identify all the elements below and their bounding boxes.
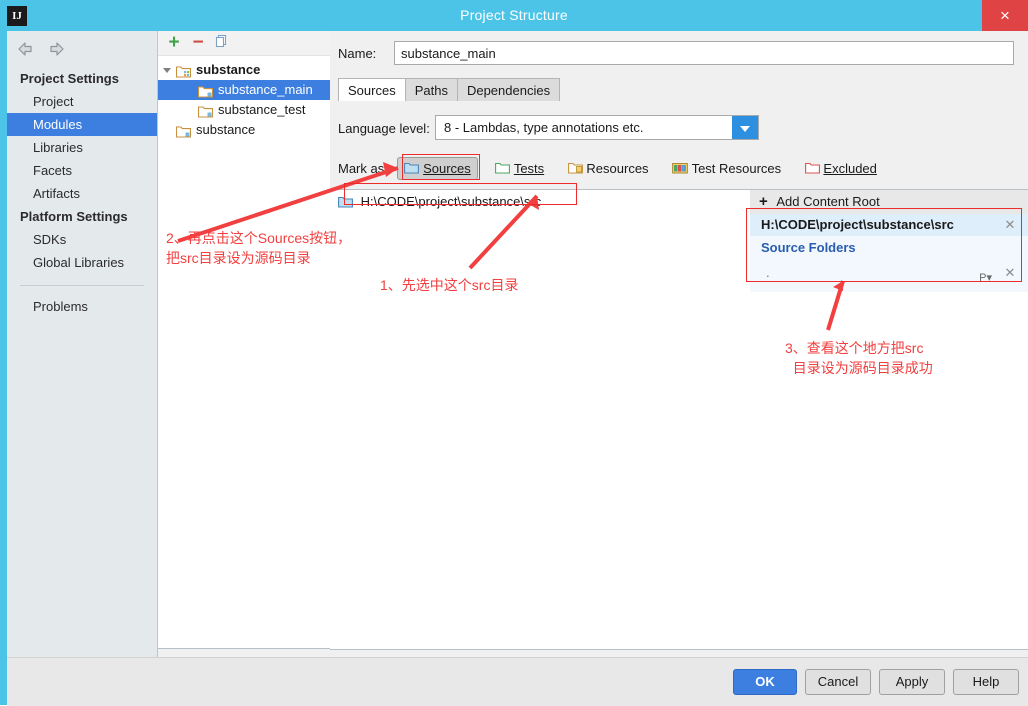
module-editor-pane: Name: Sources Paths Dependencies Languag… [330,31,1028,650]
remove-source-folder-icon[interactable]: ✕ [1002,265,1018,281]
tree-item-label: substance [196,62,261,77]
project-structure-dialog: IJ Project Structure × Project Settings … [0,0,1028,706]
tree-row[interactable]: substance [158,60,330,80]
mark-excluded-label: Excluded [823,161,877,176]
mark-resources-label: Resources [586,161,649,176]
tree-item-label: substance_main [218,82,313,97]
content-roots-list: H:\CODE\project\substance\src [330,189,751,650]
language-level-row: Language level: 8 - Lambdas, type annota… [338,115,1018,142]
source-folders-title: Source Folders [761,240,856,255]
add-module-button[interactable]: + [164,33,184,53]
sidebar-item-problems[interactable]: Problems [7,295,157,318]
cancel-button[interactable]: Cancel [805,669,871,695]
window-title: Project Structure [460,7,568,23]
sidebar-group-platform-settings: Platform Settings [20,209,128,224]
tree-item-label: substance_test [218,102,306,117]
module-folder-icon [175,124,192,138]
tree-item-label: substance [196,122,256,137]
tab-paths[interactable]: Paths [404,78,458,101]
tree-row[interactable]: substance_test [158,100,330,120]
title-bar: IJ Project Structure × [0,0,1028,31]
tree-row[interactable]: substance [158,120,330,140]
forward-arrow-icon[interactable] [45,39,71,61]
help-button[interactable]: Help [953,669,1019,695]
module-name-row: Name: [338,41,1022,67]
mark-test-resources-button[interactable]: Test Resources [666,158,787,179]
mark-tests-label: Tests [513,161,545,176]
tree-row[interactable]: substance_main [158,80,330,100]
sidebar-item-project[interactable]: Project [7,90,157,113]
sidebar-list: Project Settings Project Modules Librari… [7,67,157,318]
mark-tests-button[interactable]: Tests [489,158,550,179]
language-level-value: 8 - Lambdas, type annotations etc. [444,120,644,135]
sidebar-divider [20,285,144,286]
left-accent-strip [0,31,7,705]
tests-folder-icon [495,161,513,176]
copy-module-icon[interactable] [212,33,232,53]
modules-tree: substance substance_main substance_test … [158,60,330,140]
sidebar-group-project-settings: Project Settings [20,71,119,86]
content-root-panel: + Add Content Root H:\CODE\project\subst… [750,189,1028,650]
remove-module-button[interactable]: − [188,33,208,53]
package-prefix-icon[interactable]: P▾ [979,265,992,291]
chevron-down-icon[interactable] [163,68,171,77]
modules-tree-panel: + − substance substance_main substance_t… [158,31,331,649]
modules-toolbar: + − [158,31,330,56]
tab-dependencies[interactable]: Dependencies [456,78,561,101]
module-group-folder-icon [175,64,192,78]
mark-as-label: Mark as: [338,161,388,176]
excluded-folder-icon [804,161,824,176]
sources-tab-content: Language level: 8 - Lambdas, type annota… [330,101,1028,650]
plus-icon: + [759,193,768,210]
module-folder-icon [197,84,214,98]
chevron-down-icon[interactable] [732,116,758,139]
sidebar-item-modules[interactable]: Modules [7,113,157,136]
source-root-path: H:\CODE\project\substance\src [360,194,542,209]
language-level-select[interactable]: 8 - Lambdas, type annotations etc. [435,115,759,140]
add-content-root-button[interactable]: + Add Content Root [750,190,1028,214]
sidebar-item-global-libraries[interactable]: Global Libraries [7,251,157,274]
test-resources-folder-icon [672,161,691,176]
content-root-body: Source Folders . P▾ ✕ [750,236,1028,292]
tab-sources[interactable]: Sources [338,78,406,101]
mark-excluded-button[interactable]: Excluded [799,158,883,179]
ok-button[interactable]: OK [733,669,797,695]
dialog-button-bar: OK Cancel Apply Help [7,657,1028,706]
add-content-root-label: Add Content Root [776,194,880,209]
mark-test-resources-label: Test Resources [691,161,782,176]
mark-sources-label: Sources [423,161,471,176]
source-folder-row[interactable]: . P▾ ✕ [750,260,1028,286]
resources-folder-icon [567,161,587,176]
content-root-header: H:\CODE\project\substance\src ✕ [750,214,1028,236]
nav-arrows [15,39,75,61]
sidebar-item-facets[interactable]: Facets [7,159,157,182]
mark-as-row: Mark as: Sources Tests Resources Test Re… [338,157,891,180]
source-folder-label: . [766,265,770,280]
module-folder-icon [197,104,214,118]
module-tabs: Sources Paths Dependencies [338,78,561,102]
source-folder-icon [338,194,361,209]
module-name-label: Name: [338,46,377,61]
module-name-input[interactable] [394,41,1014,65]
close-icon[interactable]: × [982,0,1028,31]
sources-folder-icon [404,161,423,176]
list-item[interactable]: H:\CODE\project\substance\src [330,190,750,212]
remove-content-root-icon[interactable]: ✕ [1002,217,1018,233]
sidebar-item-sdks[interactable]: SDKs [7,228,157,251]
mark-sources-button[interactable]: Sources [397,157,478,180]
back-arrow-icon[interactable] [15,39,41,61]
content-root-path: H:\CODE\project\substance\src [761,217,954,232]
mark-resources-button[interactable]: Resources [562,158,655,179]
apply-button[interactable]: Apply [879,669,945,695]
language-level-label: Language level: [338,121,430,136]
settings-sidebar: Project Settings Project Modules Librari… [7,31,158,657]
sidebar-item-libraries[interactable]: Libraries [7,136,157,159]
sidebar-item-artifacts[interactable]: Artifacts [7,182,157,205]
